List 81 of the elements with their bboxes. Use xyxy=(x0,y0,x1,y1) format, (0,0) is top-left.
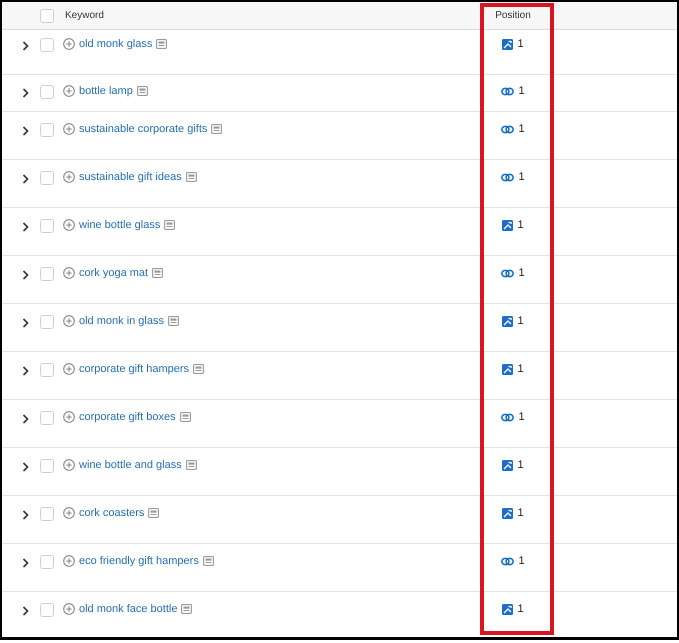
keyword-link[interactable]: wine bottle and glass xyxy=(79,459,182,471)
serp-feature-icon xyxy=(136,86,148,96)
keyword-link[interactable]: old monk face bottle xyxy=(79,603,178,615)
checkbox[interactable] xyxy=(40,555,54,569)
checkbox[interactable] xyxy=(40,38,54,52)
chevron-right-icon[interactable] xyxy=(22,462,28,472)
chevron-right-icon[interactable] xyxy=(22,41,28,51)
serp-feature-icon xyxy=(152,268,164,278)
serp-feature-icon xyxy=(148,508,160,518)
chevron-right-icon[interactable] xyxy=(22,318,28,328)
keyword-link[interactable]: cork yoga mat xyxy=(79,267,148,279)
serp-feature-icon xyxy=(202,556,214,566)
position-value: 1 xyxy=(518,555,525,567)
checkbox[interactable] xyxy=(40,459,54,473)
plus-circle-icon[interactable] xyxy=(63,363,75,375)
keyword-link[interactable]: sustainable corporate gifts xyxy=(79,123,208,135)
plus-circle-icon[interactable] xyxy=(63,171,75,183)
plus-circle-icon[interactable] xyxy=(63,411,75,423)
checkbox[interactable] xyxy=(40,8,54,22)
serp-feature-icon xyxy=(181,604,192,614)
checkbox[interactable] xyxy=(40,123,54,137)
chevron-right-icon[interactable] xyxy=(22,366,28,376)
plus-circle-icon[interactable] xyxy=(63,219,75,231)
position-value: 1 xyxy=(518,267,525,279)
checkbox[interactable] xyxy=(40,603,54,617)
serp-feature-icon xyxy=(186,172,197,182)
position-value: 1 xyxy=(518,171,525,183)
serp-feature-icon xyxy=(156,39,168,49)
plus-circle-icon[interactable] xyxy=(63,507,75,519)
checkbox[interactable] xyxy=(40,363,54,377)
plus-circle-icon[interactable] xyxy=(63,267,75,279)
position-value: 1 xyxy=(517,315,524,327)
serp-feature-icon xyxy=(193,364,204,374)
chevron-right-icon[interactable] xyxy=(22,510,28,520)
plus-circle-icon[interactable] xyxy=(63,123,75,135)
column-header: Keyword xyxy=(65,10,104,21)
plus-circle-icon[interactable] xyxy=(63,555,75,567)
checkbox[interactable] xyxy=(40,171,54,185)
keyword-link[interactable]: eco friendly gift hampers xyxy=(79,555,199,567)
position-value: 1 xyxy=(517,38,524,50)
position-value: 1 xyxy=(518,123,525,135)
plus-circle-icon[interactable] xyxy=(63,315,75,327)
serp-feature-icon xyxy=(186,460,197,470)
serp-feature-icon xyxy=(211,124,222,134)
column-header: Position xyxy=(495,10,531,21)
serp-feature-icon xyxy=(164,220,176,230)
keyword-link[interactable]: corporate gift boxes xyxy=(79,411,176,423)
checkbox[interactable] xyxy=(40,315,54,329)
plus-circle-icon[interactable] xyxy=(63,85,75,97)
serp-feature-icon xyxy=(180,412,191,422)
position-value: 1 xyxy=(517,219,524,231)
plus-circle-icon[interactable] xyxy=(63,459,75,471)
position-value: 1 xyxy=(517,603,524,615)
position-value: 1 xyxy=(517,507,524,519)
position-value: 1 xyxy=(517,363,524,375)
keyword-link[interactable]: old monk in glass xyxy=(79,315,164,327)
checkbox[interactable] xyxy=(40,507,54,521)
chevron-right-icon[interactable] xyxy=(22,222,28,232)
keyword-link[interactable]: corporate gift hampers xyxy=(79,363,190,375)
plus-circle-icon[interactable] xyxy=(63,603,75,615)
chevron-right-icon[interactable] xyxy=(22,126,28,136)
chevron-right-icon[interactable] xyxy=(22,270,28,280)
checkbox[interactable] xyxy=(40,267,54,281)
plus-circle-icon[interactable] xyxy=(63,38,75,50)
checkbox[interactable] xyxy=(40,85,54,99)
serp-feature-icon xyxy=(168,316,179,326)
chevron-right-icon[interactable] xyxy=(22,558,28,568)
chevron-right-icon[interactable] xyxy=(22,414,28,424)
chevron-right-icon[interactable] xyxy=(22,88,28,98)
checkbox[interactable] xyxy=(40,411,54,425)
keyword-link[interactable]: wine bottle glass xyxy=(79,219,160,231)
position-value: 1 xyxy=(518,85,525,97)
checkbox[interactable] xyxy=(40,219,54,233)
chevron-right-icon[interactable] xyxy=(22,174,28,184)
keyword-link[interactable]: sustainable gift ideas xyxy=(79,171,182,183)
position-value: 1 xyxy=(517,459,524,471)
keyword-link[interactable]: cork coasters xyxy=(79,507,144,519)
position-value: 1 xyxy=(518,411,525,423)
chevron-right-icon[interactable] xyxy=(22,606,28,616)
keyword-link[interactable]: old monk glass xyxy=(79,38,152,50)
keyword-link[interactable]: bottle lamp xyxy=(79,85,133,97)
